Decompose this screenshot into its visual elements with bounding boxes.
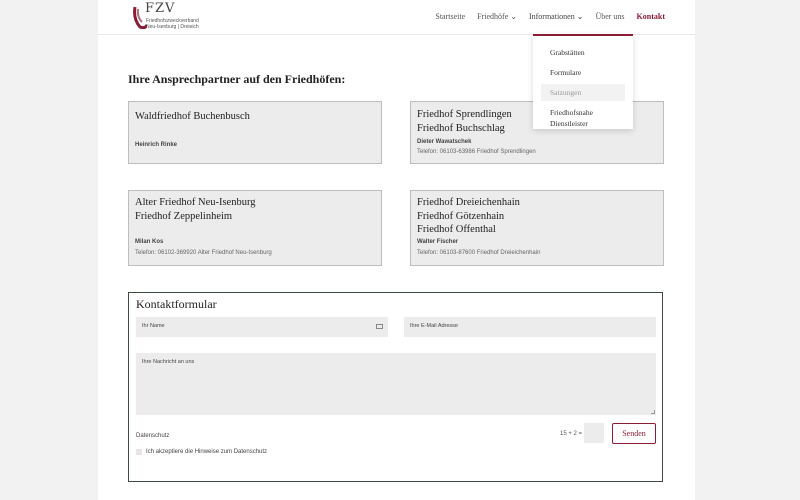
card-title: Friedhof Buchschlag [417, 122, 505, 134]
name-field[interactable]: Ihr Name [136, 317, 388, 337]
nav-informationen[interactable]: Informationen ⌄ [529, 12, 583, 21]
privacy-label: Datenschutz [136, 433, 170, 439]
send-button[interactable]: Senden [612, 423, 656, 444]
contact-card: Friedhof Dreieichenhain Friedhof Götzenh… [410, 190, 664, 266]
card-title: Friedhof Offenthal [417, 224, 496, 235]
logo-subtitle-line2: Neu-Isenburg | Dreieich [146, 24, 199, 30]
dropdown-item-satzungen[interactable]: Satzungen [541, 84, 625, 101]
form-title: Kontaktformular [136, 297, 217, 311]
page: FZV Friedhofszweckverband Neu-Isenburg |… [98, 0, 695, 500]
contact-card: Waldfriedhof Buchenbusch Heinrich Rinke [128, 101, 382, 164]
chevron-down-icon: ⌄ [576, 12, 584, 21]
dropdown-item-dienstleister[interactable]: Friedhofsnahe Dienstleister [541, 104, 625, 132]
message-textarea[interactable]: Ihre Nachricht an uns [136, 353, 656, 415]
card-title: Friedhof Sprendlingen [417, 109, 512, 120]
dropdown-item-grabstaetten[interactable]: Grabstätten [541, 44, 625, 61]
email-field-placeholder: Ihre E-Mail Adresse [410, 323, 458, 329]
card-phone: Telefon: 06103-87600 Friedhof Dreieichen… [417, 250, 541, 256]
consent-row: Ich akzeptiere die Hinweise zum Datensch… [136, 449, 267, 455]
nav-ueber-uns[interactable]: Über uns [595, 12, 624, 21]
chevron-down-icon: ⌄ [510, 12, 517, 21]
card-contact-name: Dieter Wawatschek [417, 139, 472, 145]
card-title: Friedhof Zeppelinheim [135, 210, 233, 222]
card-title: Waldfriedhof Buchenbusch [135, 111, 250, 122]
section-title: Ihre Ansprechpartner auf den Friedhöfen: [128, 72, 346, 86]
nav-startseite[interactable]: Startseite [435, 12, 465, 21]
nav-kontakt[interactable]: Kontakt [637, 12, 665, 21]
contact-card: Alter Friedhof Neu-Isenburg Friedhof Zep… [128, 190, 382, 266]
contact-form: Kontaktformular Ihr Name Ihre E-Mail Adr… [128, 292, 663, 482]
message-placeholder: Ihre Nachricht an uns [142, 359, 195, 365]
nav-friedhoefe-label: Friedhöfe [477, 12, 509, 21]
email-field[interactable]: Ihre E-Mail Adresse [404, 317, 656, 337]
consent-checkbox[interactable] [136, 449, 142, 455]
nav-informationen-label: Informationen [528, 12, 575, 21]
logo-title: FZV [145, 1, 176, 16]
consent-label[interactable]: Ich akzeptiere die Hinweise zum Datensch… [146, 449, 267, 455]
captcha-input[interactable] [584, 423, 604, 443]
captcha-question: 15 + 2 = [560, 431, 583, 437]
card-title: Alter Friedhof Neu-Isenburg [135, 197, 256, 208]
nav-friedhoefe[interactable]: Friedhöfe ⌄ [477, 12, 517, 21]
card-contact-name: Heinrich Rinke [135, 142, 178, 148]
card-phone: Telefon: 06102-369920 Alter Friedhof Neu… [135, 250, 272, 256]
site-header: FZV Friedhofszweckverband Neu-Isenburg |… [98, 0, 695, 35]
card-contact-name: Walter Fischer [417, 239, 459, 245]
name-field-placeholder: Ihr Name [142, 323, 165, 329]
autofill-card-icon [376, 324, 383, 329]
card-contact-name: Milan Kos [135, 239, 164, 245]
resize-handle-icon[interactable] [651, 410, 655, 414]
informationen-dropdown: Grabstätten Formulare Satzungen Friedhof… [533, 34, 633, 129]
main-nav: Startseite Friedhöfe ⌄ Informationen ⌄ Ü… [435, 12, 665, 21]
card-title: Friedhof Dreieichenhain [417, 197, 520, 208]
card-title: Friedhof Götzenhain [417, 210, 505, 222]
dropdown-item-formulare[interactable]: Formulare [541, 64, 625, 81]
card-phone: Telefon: 06103-63986 Friedhof Sprendling… [417, 149, 536, 155]
site-logo[interactable]: FZV Friedhofszweckverband Neu-Isenburg |… [133, 1, 223, 31]
